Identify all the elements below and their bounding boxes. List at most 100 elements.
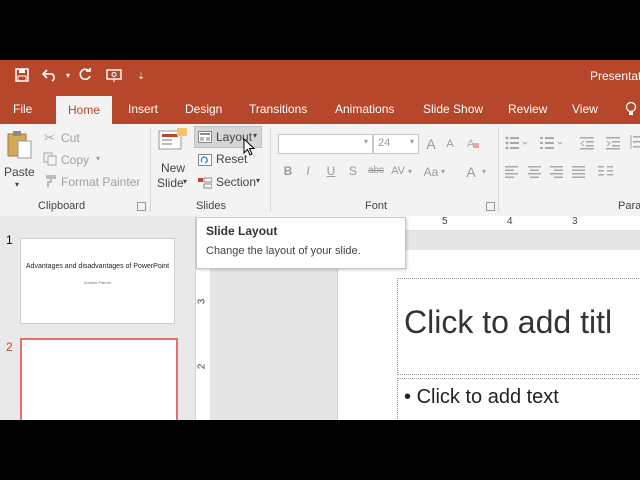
slides-group-label: Slides bbox=[196, 200, 226, 212]
layout-icon[interactable] bbox=[198, 130, 212, 148]
font-group-label: Font bbox=[365, 200, 388, 212]
italic-button[interactable]: I bbox=[300, 164, 316, 178]
tooltip-description: Change the layout of your slide. bbox=[206, 245, 361, 257]
cut-button[interactable]: Cut bbox=[61, 131, 80, 145]
justify-icon[interactable] bbox=[572, 165, 586, 183]
tab-design[interactable]: Design bbox=[185, 94, 222, 124]
content-placeholder-text: • Click to add text bbox=[404, 386, 559, 409]
format-painter-button[interactable]: Format Painter bbox=[61, 175, 140, 189]
ribbon-tabs: File Home Insert Design Transitions Anim… bbox=[0, 94, 640, 124]
increase-indent-icon[interactable] bbox=[606, 136, 622, 155]
document-title: Presentati bbox=[590, 69, 640, 83]
change-case-dropdown-icon[interactable]: ▾ bbox=[441, 167, 445, 176]
decrease-font-size-button[interactable]: A bbox=[442, 138, 458, 150]
format-painter-icon[interactable] bbox=[43, 174, 57, 193]
font-size-value: 24 bbox=[378, 137, 391, 149]
save-icon[interactable] bbox=[14, 68, 30, 84]
tab-animations[interactable]: Animations bbox=[335, 94, 394, 124]
ruler-number: 3 bbox=[572, 216, 578, 227]
paste-dropdown-icon[interactable]: ▾ bbox=[15, 180, 19, 189]
character-spacing-dropdown-icon[interactable]: ▾ bbox=[408, 167, 412, 176]
slide-thumbnail-1[interactable]: Advantages and disadvantages of PowerPoi… bbox=[20, 238, 175, 324]
bullet: • bbox=[404, 386, 412, 408]
tab-transitions[interactable]: Transitions bbox=[249, 94, 307, 124]
thumbnail-subtitle: Anneke Palmer bbox=[83, 280, 112, 285]
customize-qat-icon[interactable]: ⇣ bbox=[133, 68, 149, 84]
thumbnail-title: Advantages and disadvantages of PowerPoi… bbox=[25, 263, 170, 270]
align-right-icon[interactable] bbox=[550, 165, 564, 183]
ruler-number: 4 bbox=[507, 216, 513, 227]
group-separator bbox=[498, 128, 499, 212]
font-dialog-launcher-icon[interactable] bbox=[486, 202, 495, 211]
slide-number: 1 bbox=[6, 233, 13, 247]
new-slide-icon[interactable] bbox=[158, 128, 188, 159]
content-placeholder-label: Click to add text bbox=[416, 386, 559, 408]
font-color-dropdown-icon[interactable]: ▾ bbox=[482, 167, 486, 176]
ribbon: Paste ▾ ✂ Cut Copy ▾ Format Painter Clip… bbox=[0, 124, 640, 217]
ruler-number: 3 bbox=[196, 298, 208, 305]
slide-thumbnails-pane: 1 Advantages and disadvantages of PowerP… bbox=[0, 216, 196, 420]
columns-icon[interactable] bbox=[598, 165, 614, 183]
clipboard-group-label: Clipboard bbox=[38, 200, 86, 212]
powerpoint-window: ▾ ⇣ Presentati File Home Insert Design T… bbox=[0, 60, 640, 420]
slide-thumbnail-2[interactable] bbox=[20, 338, 178, 420]
font-name-chevron-down-icon[interactable]: ▾ bbox=[364, 137, 368, 146]
copy-dropdown-icon[interactable]: ▾ bbox=[96, 154, 100, 163]
tab-view[interactable]: View bbox=[572, 94, 598, 124]
align-center-icon[interactable] bbox=[528, 165, 542, 183]
strikethrough-button[interactable]: abc bbox=[365, 165, 387, 176]
title-placeholder[interactable]: Click to add titl bbox=[397, 278, 640, 375]
numbering-icon[interactable] bbox=[540, 136, 570, 155]
tab-home[interactable]: Home bbox=[56, 96, 113, 124]
content-placeholder[interactable]: • Click to add text bbox=[397, 378, 640, 420]
group-separator bbox=[270, 128, 271, 212]
tab-insert[interactable]: Insert bbox=[128, 94, 158, 124]
ruler-number: 5 bbox=[442, 216, 448, 227]
new-slide-dropdown-icon[interactable]: ▾ bbox=[183, 177, 187, 186]
undo-dropdown-icon[interactable]: ▾ bbox=[60, 68, 76, 84]
font-name-dropdown[interactable]: ▾ bbox=[278, 134, 373, 154]
copy-icon[interactable] bbox=[43, 152, 57, 171]
new-slide-label-slide[interactable]: Slide bbox=[157, 176, 184, 190]
decrease-indent-icon[interactable] bbox=[580, 136, 596, 155]
layout-tooltip: Slide Layout Change the layout of your s… bbox=[196, 217, 406, 269]
tell-me-lightbulb-icon[interactable] bbox=[625, 101, 637, 117]
title-bar: ▾ ⇣ Presentati bbox=[0, 60, 640, 94]
text-shadow-button[interactable]: S bbox=[345, 164, 361, 178]
underline-button[interactable]: U bbox=[323, 164, 339, 178]
mouse-cursor-icon bbox=[243, 137, 257, 163]
paste-button[interactable]: Paste bbox=[4, 165, 35, 179]
reset-icon[interactable] bbox=[198, 153, 212, 171]
ruler-number: 2 bbox=[196, 363, 208, 370]
paste-icon[interactable] bbox=[6, 130, 34, 165]
start-slideshow-icon[interactable] bbox=[106, 68, 122, 84]
new-slide-button[interactable]: New bbox=[161, 161, 185, 175]
tab-review[interactable]: Review bbox=[508, 94, 547, 124]
undo-icon[interactable] bbox=[41, 68, 58, 84]
line-spacing-icon[interactable] bbox=[630, 134, 640, 155]
section-dropdown-icon[interactable]: ▾ bbox=[256, 176, 260, 185]
group-separator bbox=[150, 128, 151, 212]
increase-font-size-button[interactable]: A bbox=[423, 136, 439, 152]
bullets-icon[interactable] bbox=[505, 136, 535, 155]
copy-button[interactable]: Copy bbox=[61, 153, 89, 167]
font-size-chevron-down-icon[interactable]: ▾ bbox=[410, 137, 414, 146]
slide-number: 2 bbox=[6, 340, 13, 354]
section-icon[interactable] bbox=[198, 176, 213, 194]
section-button[interactable]: Section bbox=[216, 175, 256, 189]
tab-slide-show[interactable]: Slide Show bbox=[423, 94, 483, 124]
title-placeholder-text: Click to add titl bbox=[404, 304, 613, 340]
tooltip-title: Slide Layout bbox=[206, 224, 278, 238]
change-case-button[interactable]: Aa bbox=[421, 165, 441, 179]
redo-icon[interactable] bbox=[77, 67, 93, 84]
tab-file[interactable]: File bbox=[13, 94, 32, 124]
cut-icon[interactable]: ✂ bbox=[44, 130, 55, 146]
character-spacing-button[interactable]: AV bbox=[388, 165, 408, 177]
font-size-dropdown[interactable]: 24 ▾ bbox=[373, 134, 419, 154]
bold-button[interactable]: B bbox=[280, 164, 296, 178]
clear-formatting-icon[interactable]: A bbox=[466, 136, 480, 155]
align-left-icon[interactable] bbox=[505, 165, 519, 183]
clipboard-dialog-launcher-icon[interactable] bbox=[137, 202, 146, 211]
paragraph-group-label: Para bbox=[618, 200, 640, 212]
font-color-button[interactable]: A bbox=[463, 164, 479, 180]
